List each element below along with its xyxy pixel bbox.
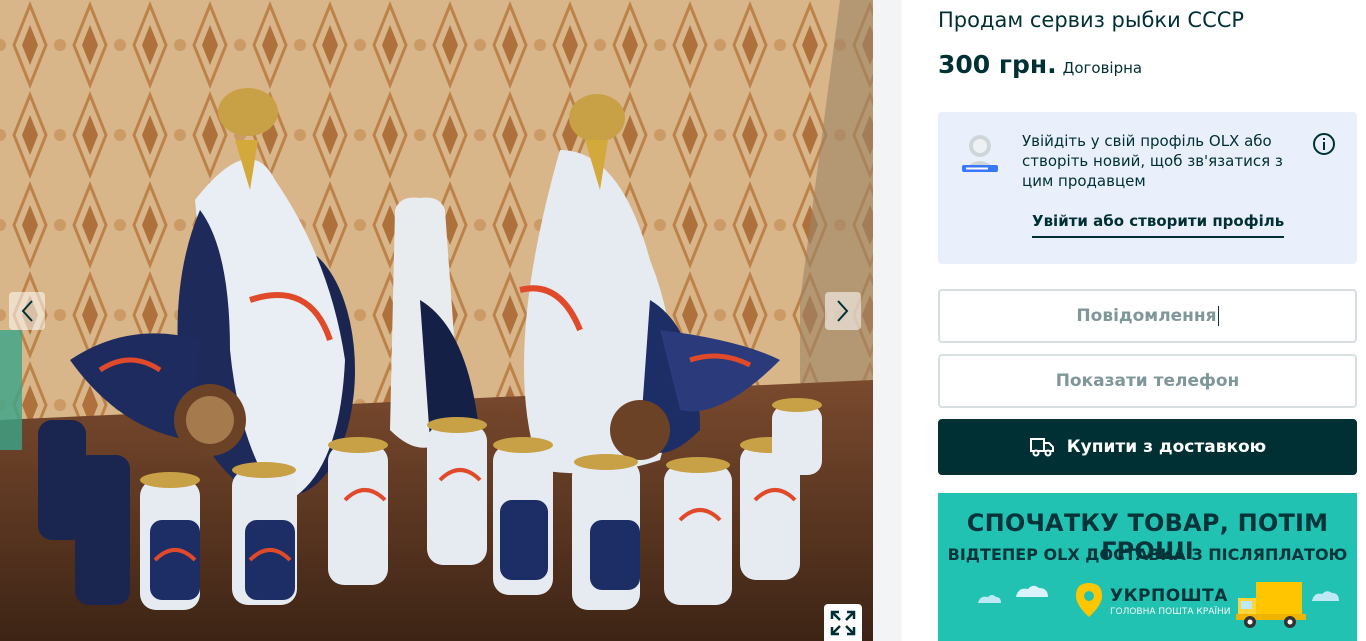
promo-subline: ВІДТЕПЕР OLX ДОСТАВКА З ПІСЛЯПЛАТОЮ bbox=[947, 545, 1348, 564]
login-prompt-text: Увійдіть у свій профіль OLX або створіть… bbox=[1022, 132, 1283, 190]
login-or-register-link[interactable]: Увійти або створити профіль bbox=[1032, 212, 1285, 238]
user-avatar-icon bbox=[962, 135, 998, 172]
cloud-icon bbox=[1312, 591, 1339, 601]
promo-banner[interactable]: СПОЧАТКУ ТОВАР, ПОТІМ ГРОШІ ВІДТЕПЕР OLX… bbox=[938, 493, 1357, 641]
gallery-next-button[interactable] bbox=[825, 292, 861, 330]
show-phone-button[interactable]: Показати телефон bbox=[938, 354, 1357, 408]
price-row: 300 грн. Договірна bbox=[938, 50, 1142, 79]
message-placeholder: Повідомлення bbox=[1076, 306, 1217, 326]
listing-photo bbox=[0, 0, 873, 641]
chevron-left-icon bbox=[21, 300, 33, 322]
delivery-van-icon bbox=[1236, 582, 1306, 628]
cloud-icon bbox=[978, 595, 1001, 603]
location-pin-icon bbox=[1076, 583, 1102, 617]
chevron-right-icon bbox=[837, 300, 849, 322]
gallery-prev-button[interactable] bbox=[9, 292, 45, 330]
cloud-icon bbox=[1016, 585, 1048, 597]
expand-photo-button[interactable] bbox=[824, 604, 862, 641]
info-icon[interactable] bbox=[1312, 132, 1336, 156]
brand-name: УКРПОШТА bbox=[1110, 586, 1228, 606]
buy-with-delivery-button[interactable]: Купити з доставкою bbox=[938, 419, 1357, 475]
negotiable-label: Договірна bbox=[1062, 59, 1143, 77]
listing-price: 300 грн. bbox=[938, 50, 1057, 79]
ukrposhta-logo: УКРПОШТА ГОЛОВНА ПОШТА КРАЇНИ bbox=[1110, 586, 1231, 617]
expand-icon bbox=[830, 610, 856, 636]
text-caret bbox=[1217, 306, 1219, 326]
listing-title: Продам сервиз рыбки СССР bbox=[938, 8, 1245, 32]
listing-sidebar: Продам сервиз рыбки СССР 300 грн. Догові… bbox=[902, 0, 1366, 641]
delivery-truck-icon bbox=[1029, 438, 1054, 457]
photo-gallery[interactable] bbox=[0, 0, 873, 641]
buy-with-delivery-label: Купити з доставкою bbox=[1066, 437, 1267, 457]
show-phone-label: Показати телефон bbox=[1055, 371, 1240, 391]
message-input[interactable]: Повідомлення bbox=[938, 289, 1357, 343]
brand-slogan: ГОЛОВНА ПОШТА КРАЇНИ bbox=[1110, 607, 1231, 617]
login-prompt-card: Увійдіть у свій профіль OLX або створіть… bbox=[938, 112, 1357, 264]
